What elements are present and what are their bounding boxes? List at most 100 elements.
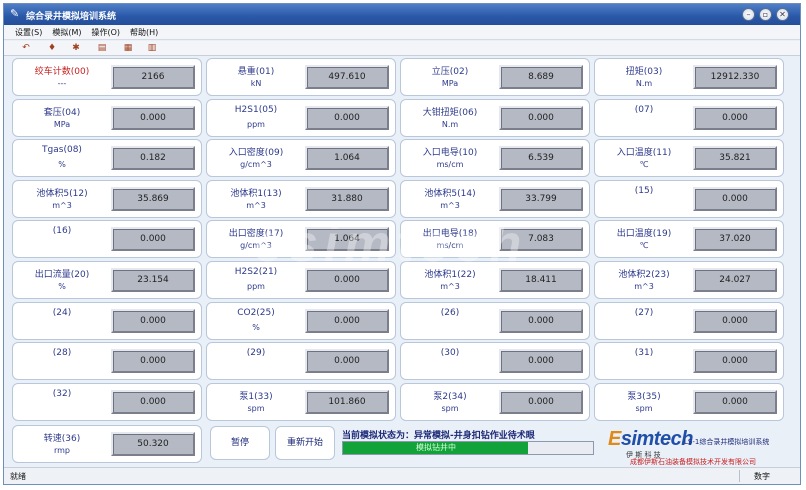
param-name: 套压(04): [43, 108, 81, 118]
param-value: 101.860: [305, 390, 389, 414]
param-cell: (27) 0.000: [594, 302, 784, 340]
param-unit: spm: [635, 404, 653, 413]
menu-settings[interactable]: 设置(S): [12, 27, 45, 38]
param-unit: rmp: [53, 446, 71, 455]
param-value: 1.064: [305, 146, 389, 170]
param-cell: (32) 0.000: [12, 383, 202, 421]
param-unit: ppm: [247, 120, 265, 129]
close-button[interactable]: ✕: [776, 8, 789, 21]
bottom-panel: 转速(36) rmp 50.320 暂停 重新开始 当前模拟状态为：异常模拟-井…: [8, 424, 798, 466]
param-value: 0.000: [693, 390, 777, 414]
param-cell: 泵3(35) spm 0.000: [594, 383, 784, 421]
param-value: 18.411: [499, 268, 583, 292]
param-cell: 出口电导(18) ms/cm 7.083: [400, 220, 590, 258]
settings-icon[interactable]: ✱: [70, 43, 82, 54]
param-value: 50.320: [111, 432, 195, 456]
param-name: 池体积1(22): [424, 270, 476, 280]
param-name: 立压(02): [431, 67, 469, 77]
param-name: 出口电导(18): [422, 229, 478, 239]
app-feather-icon: ✎: [10, 7, 20, 20]
window-title: 综合录井模拟培训系统: [26, 12, 117, 22]
menu-bar: 设置(S) 模拟(M) 操作(O) 帮助(H): [4, 25, 800, 40]
param-unit: spm: [441, 404, 459, 413]
logo-brand: Esimtech: [608, 428, 693, 450]
restore-button[interactable]: ▫: [759, 8, 772, 21]
param-name: 池体积2(23): [618, 270, 670, 280]
param-cell: 悬重(01) kN 497.610: [206, 58, 396, 96]
param-cell: CO2(25)% 0.000: [206, 302, 396, 340]
param-name: 池体积5(12): [36, 189, 88, 199]
param-unit: %: [58, 160, 66, 169]
param-name: (28): [52, 348, 72, 358]
chart-icon[interactable]: ▤: [96, 43, 108, 54]
param-cell: 扭矩(03) N.m 12912.330: [594, 58, 784, 96]
param-cell: 立压(02) MPa 8.689: [400, 58, 590, 96]
menu-operate[interactable]: 操作(O): [88, 27, 123, 38]
param-cell: 池体积5(14) m^3 33.799: [400, 180, 590, 218]
param-unit: ms/cm: [436, 160, 464, 169]
param-name: Tgas(08): [42, 145, 82, 155]
param-cell: 池体积1(13) m^3 31.880: [206, 180, 396, 218]
param-cell: 泵1(33) spm 101.860: [206, 383, 396, 421]
param-name: (32): [52, 389, 72, 399]
param-cell: H2S2(21) ppm 0.000: [206, 261, 396, 299]
param-name: (29): [246, 348, 266, 358]
param-cell: 池体积1(22) m^3 18.411: [400, 261, 590, 299]
param-name: 扭矩(03): [625, 67, 663, 77]
param-cell: 绞车计数(00) --- 2166: [12, 58, 202, 96]
param-name: (16): [52, 226, 72, 236]
param-value: 1.064: [305, 227, 389, 251]
param-name: (15): [634, 186, 654, 196]
param-cell: (15) 0.000: [594, 180, 784, 218]
param-value: 12912.330: [693, 65, 777, 89]
param-unit: ms/cm: [436, 241, 464, 250]
param-unit: ℃: [639, 160, 649, 169]
param-cell: 池体积5(12) m^3 35.869: [12, 180, 202, 218]
param-cell: H2S1(05) ppm 0.000: [206, 99, 396, 137]
title-bar[interactable]: ✎ 综合录井模拟培训系统 – ▫ ✕: [4, 4, 800, 25]
param-cell: 泵2(34) spm 0.000: [400, 383, 590, 421]
param-name: 入口密度(09): [228, 148, 284, 158]
logo-company-name: 成都伊斯石油装备模拟技术开发有限公司: [630, 458, 756, 466]
toolbar: ↶ ♦ ✱ ▤ ▦ ▥: [4, 41, 800, 56]
restart-button[interactable]: 重新开始: [275, 426, 335, 460]
param-value: 2166: [111, 65, 195, 89]
building-icon[interactable]: ▥: [146, 43, 158, 54]
param-unit: ppm: [247, 282, 265, 291]
param-cell-rpm: 转速(36) rmp 50.320: [12, 425, 202, 463]
param-value: 31.880: [305, 187, 389, 211]
param-value: 0.000: [111, 227, 195, 251]
param-name: 泵3(35): [627, 392, 661, 402]
param-value: 33.799: [499, 187, 583, 211]
menu-simulate[interactable]: 模拟(M): [49, 27, 84, 38]
param-value: 0.000: [305, 268, 389, 292]
grid-icon[interactable]: ▦: [122, 43, 134, 54]
param-name: (30): [440, 348, 460, 358]
param-unit: N.m: [635, 79, 653, 88]
param-unit: m^3: [52, 201, 72, 210]
tool-icon[interactable]: ♦: [46, 43, 58, 54]
param-cell: (07) 0.000: [594, 99, 784, 137]
param-value: 23.154: [111, 268, 195, 292]
param-unit: m^3: [634, 282, 654, 291]
status-num: 数字: [754, 472, 770, 481]
minimize-button[interactable]: –: [742, 8, 755, 21]
param-name: 池体积5(14): [424, 189, 476, 199]
param-cell: (28) 0.000: [12, 342, 202, 380]
param-value: 0.000: [499, 349, 583, 373]
param-value: 8.689: [499, 65, 583, 89]
undo-icon[interactable]: ↶: [20, 43, 32, 54]
menu-help[interactable]: 帮助(H): [127, 27, 161, 38]
param-name: 大钳扭矩(06): [422, 108, 478, 118]
param-value: 7.083: [499, 227, 583, 251]
param-value: 0.000: [305, 106, 389, 130]
param-name: (24): [52, 308, 72, 318]
param-value: 0.000: [693, 309, 777, 333]
param-name: CO2(25): [237, 308, 275, 318]
logo-system-name: LS-1综合录井模拟培训系统: [684, 438, 770, 446]
param-cell: 大钳扭矩(06) N.m 0.000: [400, 99, 590, 137]
param-cell: (26) 0.000: [400, 302, 590, 340]
param-name: 出口流量(20): [34, 270, 90, 280]
param-cell: Tgas(08)% 0.182: [12, 139, 202, 177]
pause-button[interactable]: 暂停: [210, 426, 270, 460]
